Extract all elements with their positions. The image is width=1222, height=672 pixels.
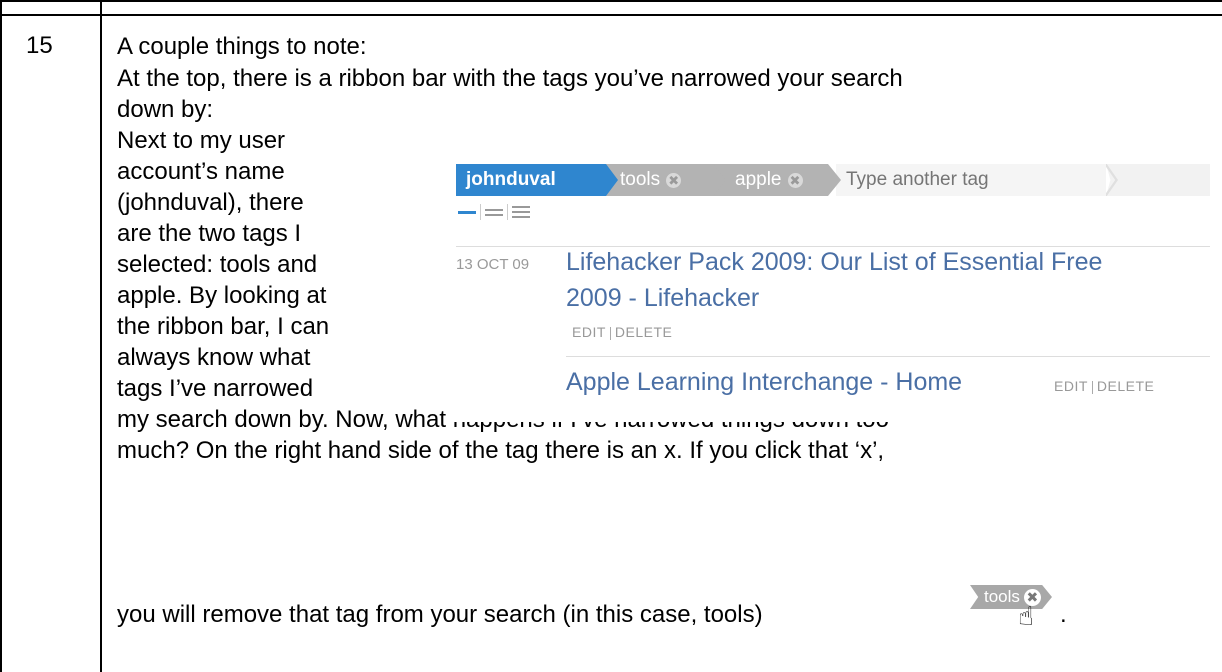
edit-link[interactable]: EDIT	[1054, 378, 1088, 394]
side-text-line: the ribbon bar, I can	[117, 313, 330, 340]
bookmark-date: 13 OCT 09	[456, 256, 530, 273]
bookmark-title-link[interactable]: Lifehacker Pack 2009: Our List of Essent…	[566, 248, 1102, 277]
user-name-tag[interactable]: johnduval	[456, 164, 618, 196]
tag-label: tools	[984, 587, 1020, 606]
side-text-line: are the two tags I	[117, 220, 302, 247]
remove-tag-icon[interactable]: ✖	[666, 172, 682, 188]
paragraph-line: down by:	[117, 96, 214, 123]
delete-link[interactable]: DELETE	[1097, 378, 1154, 394]
view-toggle	[458, 204, 530, 220]
paragraph-line: At the top, there is a ribbon bar with t…	[117, 65, 903, 92]
divider	[456, 246, 1210, 247]
view-medium-icon[interactable]	[485, 204, 503, 220]
remove-tag-icon[interactable]: ✖	[787, 172, 803, 188]
row-divider	[0, 14, 1222, 16]
tag-apple[interactable]: apple ✖	[711, 164, 841, 196]
bookmark-actions: EDIT DELETE	[572, 324, 672, 340]
embedded-screenshot: apple ✖ tools ✖ johnduval 13 OCT 09 Life…	[452, 160, 1210, 422]
tag-label: apple	[735, 169, 782, 190]
hand-pointer-icon: ☝	[1018, 601, 1034, 631]
bookmark-title-link-line2[interactable]: 2009 - Lifehacker	[566, 284, 759, 313]
divider	[566, 356, 1210, 357]
paragraph-line: you will remove that tag from your searc…	[117, 601, 763, 628]
intro-line: A couple things to note:	[117, 33, 367, 60]
tag-remove-example: tools ✖ ☝	[970, 585, 1060, 635]
side-text-line: Next to my user	[117, 127, 286, 154]
trailing-period: .	[1060, 601, 1067, 628]
table-top-border	[0, 0, 1222, 2]
side-text-line: selected: tools and	[117, 251, 318, 278]
side-text-line: account’s name	[117, 158, 285, 185]
ribbon-end	[1106, 164, 1210, 196]
side-text-line: apple. By looking at	[117, 282, 327, 309]
tag-tools-example[interactable]: tools ✖	[970, 585, 1052, 609]
divider	[480, 204, 481, 220]
paragraph-line: much? On the right hand side of the tag …	[117, 437, 885, 464]
tag-ribbon-bar: apple ✖ tools ✖ johnduval	[456, 164, 1210, 196]
delete-link[interactable]: DELETE	[615, 324, 672, 340]
side-text-line: (johnduval), there	[117, 189, 304, 216]
side-text-line: always know what	[117, 344, 311, 371]
tag-label: tools	[620, 169, 661, 190]
tag-search-input[interactable]	[836, 164, 1106, 196]
edit-link[interactable]: EDIT	[572, 324, 606, 340]
bookmark-actions: EDIT DELETE	[1054, 378, 1154, 394]
row-number: 15	[26, 32, 53, 59]
view-compact-icon[interactable]	[458, 204, 476, 220]
divider	[507, 204, 508, 220]
column-divider	[100, 0, 102, 672]
view-full-icon[interactable]	[512, 204, 530, 220]
side-text-line: tags I’ve narrowed	[117, 375, 314, 402]
bookmark-title-link[interactable]: Apple Learning Interchange - Home	[566, 368, 962, 397]
table-left-border	[0, 0, 2, 672]
